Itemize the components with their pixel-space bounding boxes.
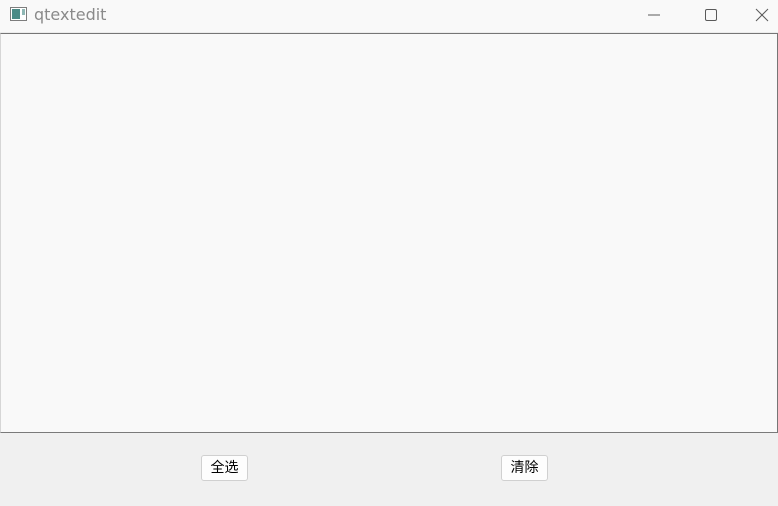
text-editor[interactable] bbox=[0, 33, 778, 433]
app-icon-pane bbox=[12, 9, 20, 19]
app-window-icon bbox=[10, 7, 27, 21]
button-bar: 全选 清除 bbox=[0, 433, 778, 506]
maximize-button[interactable] bbox=[688, 0, 734, 30]
minimize-icon bbox=[648, 14, 660, 16]
select-all-button[interactable]: 全选 bbox=[201, 455, 248, 481]
title-bar[interactable]: qtextedit bbox=[0, 0, 778, 33]
maximize-icon bbox=[705, 9, 717, 21]
close-button[interactable] bbox=[746, 0, 778, 30]
app-icon-pane-accent bbox=[22, 9, 25, 15]
window-title: qtextedit bbox=[34, 5, 107, 24]
close-icon bbox=[755, 8, 769, 22]
main-window: qtextedit 全选 清除 bbox=[0, 0, 778, 506]
minimize-button[interactable] bbox=[631, 0, 677, 30]
clear-button[interactable]: 清除 bbox=[501, 455, 548, 481]
